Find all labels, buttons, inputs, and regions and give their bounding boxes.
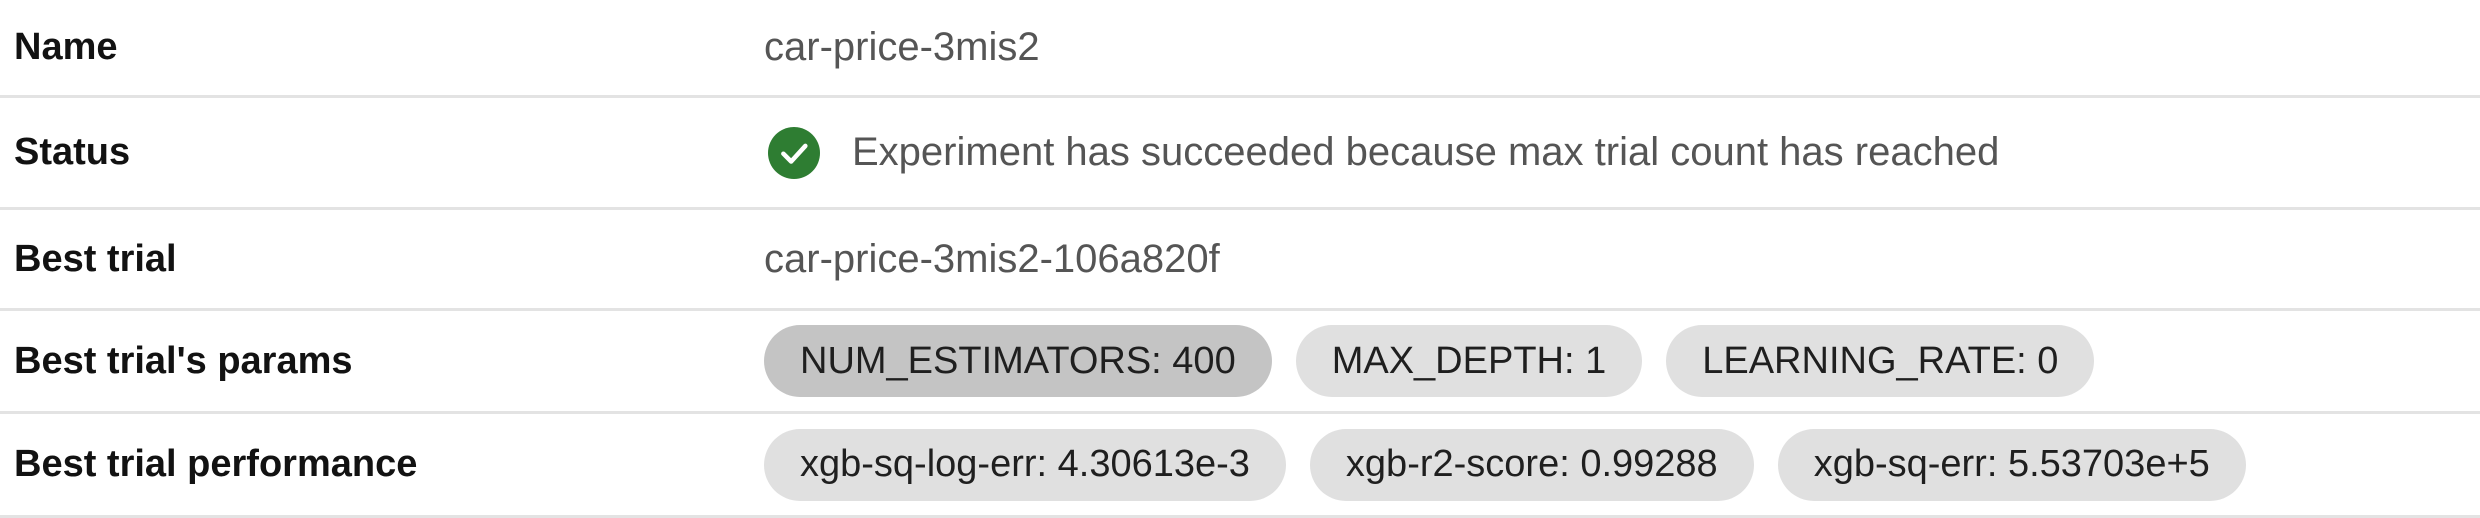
param-chip-num-estimators[interactable]: NUM_ESTIMATORS: 400 xyxy=(764,325,1272,397)
status-label: Status xyxy=(14,131,131,173)
row-best-trial-performance: Best trial performance xgb-sq-log-err: 4… xyxy=(0,414,2480,518)
best-trial-label: Best trial xyxy=(14,237,177,280)
row-best-trial: Best trial car-price-3mis2-106a820f xyxy=(0,210,2480,311)
name-label: Name xyxy=(14,26,118,68)
best-trial-performance-label: Best trial performance xyxy=(14,443,418,485)
metric-chip-r2-score[interactable]: xgb-r2-score: 0.99288 xyxy=(1309,428,1754,501)
status-value: Experiment has succeeded because max tri… xyxy=(764,126,2000,179)
metrics-chip-list: xgb-sq-log-err: 4.30613e-3 xgb-r2-score:… xyxy=(764,428,2246,501)
status-text: Experiment has succeeded because max tri… xyxy=(852,130,2000,174)
param-chip-max-depth[interactable]: MAX_DEPTH: 1 xyxy=(1295,325,1643,397)
row-best-trial-params: Best trial's params NUM_ESTIMATORS: 400 … xyxy=(0,311,2480,414)
experiment-details: Name car-price-3mis2 Status Experiment h… xyxy=(0,0,2480,518)
params-chip-list: NUM_ESTIMATORS: 400 MAX_DEPTH: 1 LEARNIN… xyxy=(764,325,2095,397)
metric-chip-sq-err[interactable]: xgb-sq-err: 5.53703e+5 xyxy=(1777,428,2246,501)
best-trial-name: car-price-3mis2-106a820f xyxy=(764,236,1220,281)
check-circle-icon xyxy=(768,126,820,179)
row-name: Name car-price-3mis2 xyxy=(0,0,2480,98)
best-trial-params-label: Best trial's params xyxy=(14,339,353,382)
metric-chip-sq-log-err[interactable]: xgb-sq-log-err: 4.30613e-3 xyxy=(764,428,1286,501)
param-chip-learning-rate[interactable]: LEARNING_RATE: 0 xyxy=(1666,325,2095,397)
row-status: Status Experiment has succeeded because … xyxy=(0,98,2480,210)
experiment-name: car-price-3mis2 xyxy=(764,25,1040,69)
